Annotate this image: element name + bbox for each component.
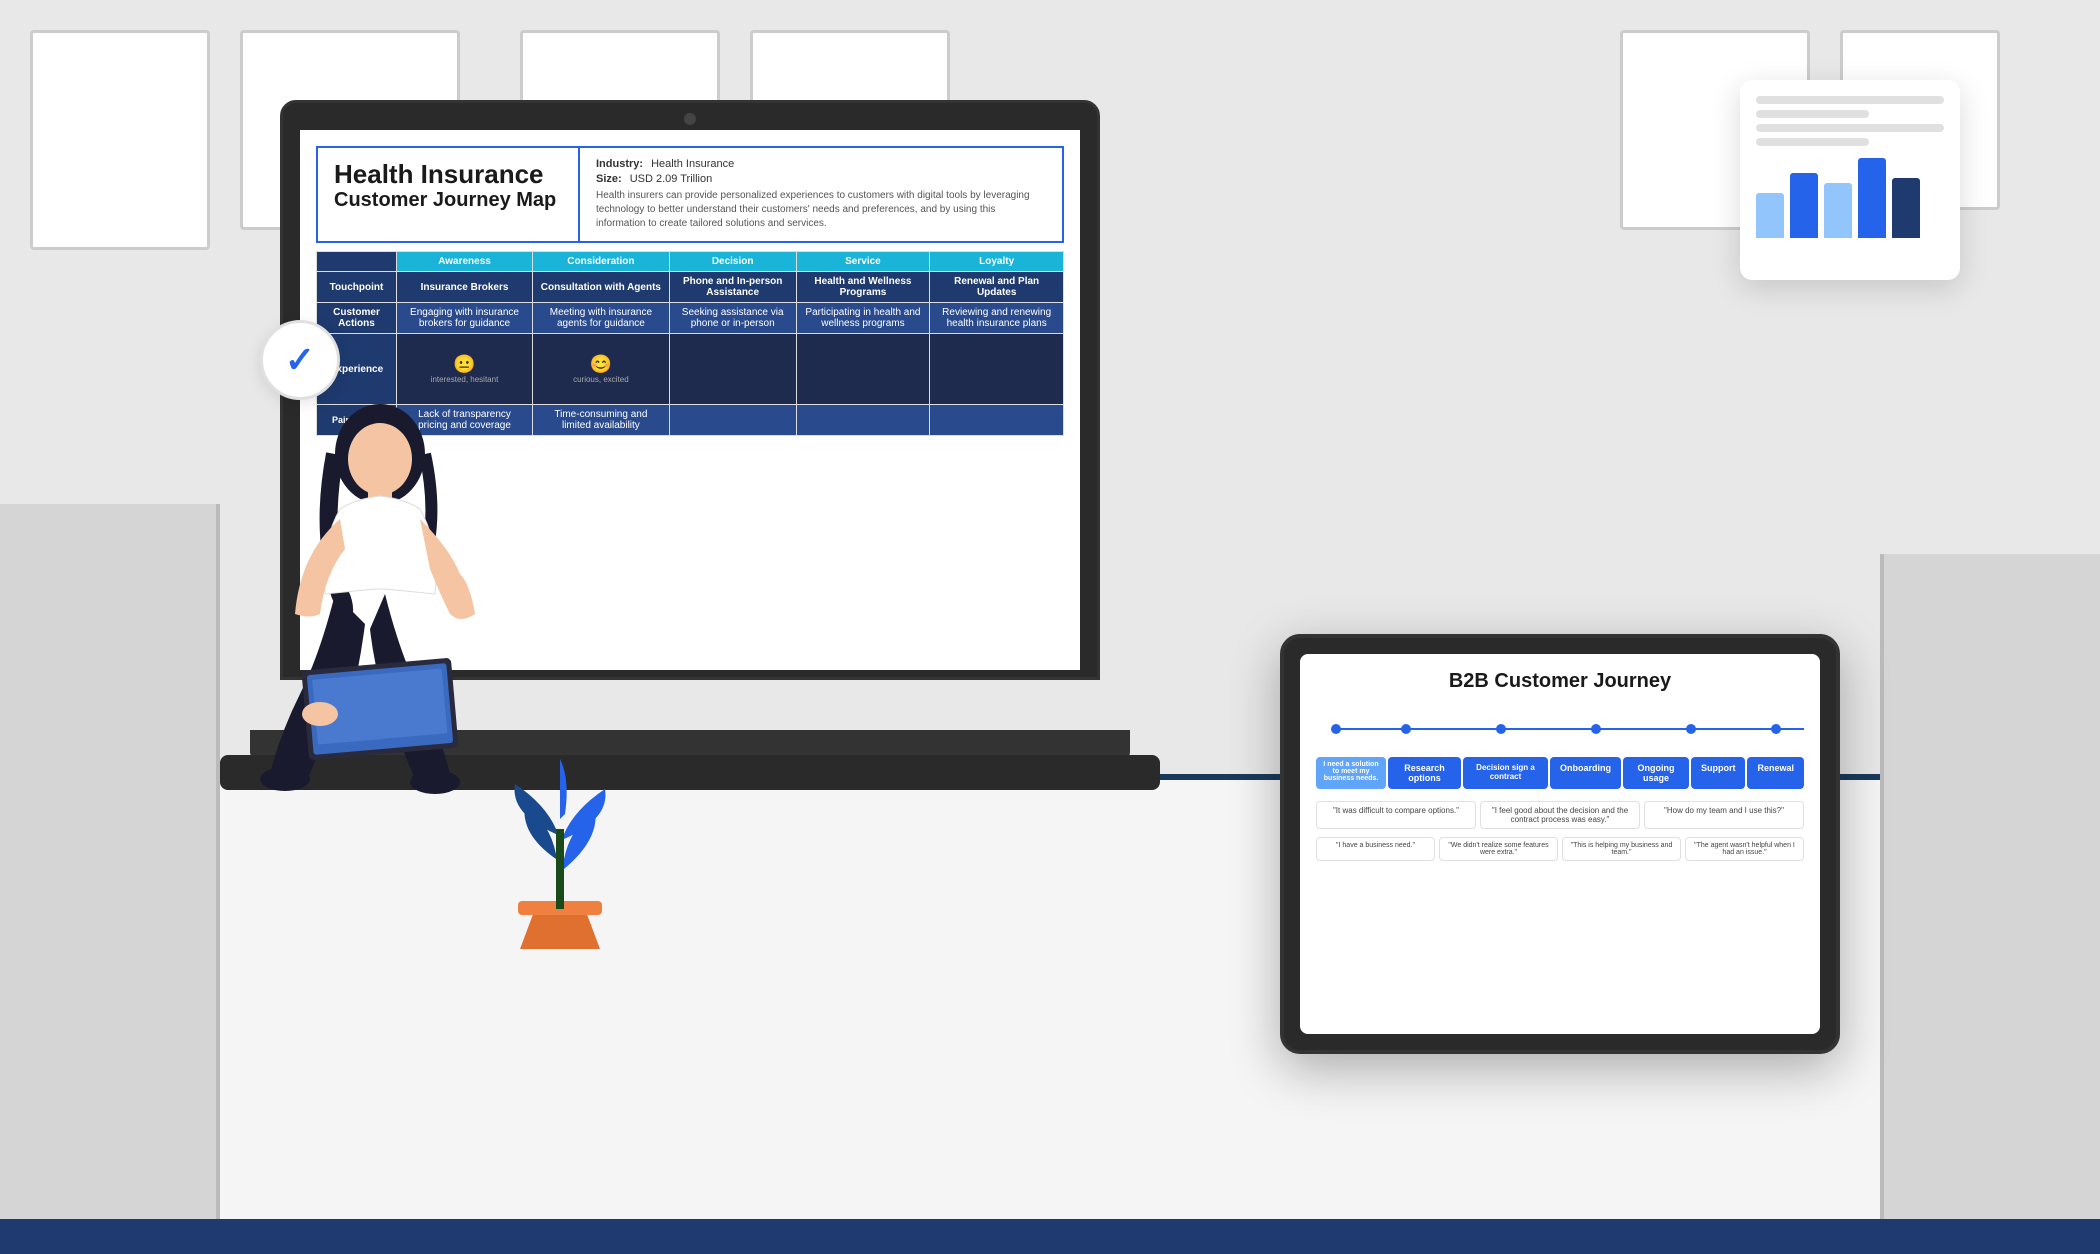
tablet-device: B2B Customer Journey I need a solution t… xyxy=(1280,634,1840,1054)
quote-3: "How do my team and I use this?" xyxy=(1644,801,1804,829)
touchpoint-row: Touchpoint Insurance Brokers Consultatio… xyxy=(317,272,1064,303)
pain-consideration: Time-consuming and limited availability xyxy=(533,405,670,436)
pain-decision xyxy=(669,405,796,436)
quotes-grid: "It was difficult to compare options." "… xyxy=(1316,801,1804,829)
touchpoint-label: Touchpoint xyxy=(317,272,397,303)
phase-awareness: Awareness xyxy=(397,252,533,272)
stage-research: Research options xyxy=(1388,757,1461,789)
phase-loyalty: Loyalty xyxy=(930,252,1064,272)
check-circle: ✓ xyxy=(260,320,340,400)
quote-6: "This is helping my business and team." xyxy=(1562,837,1681,861)
phase-service: Service xyxy=(796,252,930,272)
touchpoint-decision: Phone and In-person Assistance xyxy=(669,272,796,303)
journey-map-header: Health Insurance Customer Journey Map In… xyxy=(316,146,1064,243)
mini-bar-chart xyxy=(1756,158,1944,238)
exp-service xyxy=(796,334,930,405)
phase-decision: Decision xyxy=(669,252,796,272)
quote-2: "I feel good about the decision and the … xyxy=(1480,801,1640,829)
touchpoint-loyalty: Renewal and Plan Updates xyxy=(930,272,1064,303)
exp-consideration: 😊 curious, excited xyxy=(533,334,670,405)
exp-loyalty xyxy=(930,334,1064,405)
chart-bar xyxy=(1790,173,1818,238)
quote-7: "The agent wasn't helpful when I had an … xyxy=(1685,837,1804,861)
journey-map-description: Health insurers can provide personalized… xyxy=(596,189,1046,231)
phases-row: Awareness Consideration Decision Service… xyxy=(317,252,1064,272)
chart-bar xyxy=(1756,193,1784,238)
industry-row: Industry: Health Insurance xyxy=(596,158,1046,170)
floating-chart-card xyxy=(1740,80,1960,280)
card-lines xyxy=(1756,96,1944,146)
stage-need: I need a solution to meet my business ne… xyxy=(1316,757,1386,789)
quote-5: "We didn't realize some features were ex… xyxy=(1439,837,1558,861)
journey-map-title-block: Health Insurance Customer Journey Map xyxy=(318,148,578,241)
card-line-4 xyxy=(1756,138,1869,146)
pain-service xyxy=(796,405,930,436)
action-service: Participating in health and wellness pro… xyxy=(796,303,930,334)
journey-map-title-main: Health Insurance xyxy=(334,160,562,189)
customer-actions-row: Customer Actions Engaging with insurance… xyxy=(317,303,1064,334)
phase-header-empty xyxy=(317,252,397,272)
chart-bar xyxy=(1892,178,1920,238)
touchpoint-awareness: Insurance Brokers xyxy=(397,272,533,303)
stage-renewal: Renewal xyxy=(1747,757,1804,789)
wall-decoration-1 xyxy=(30,30,210,250)
exp-decision xyxy=(669,334,796,405)
card-line-3 xyxy=(1756,124,1944,132)
pain-loyalty xyxy=(930,405,1064,436)
journey-map-title-sub: Customer Journey Map xyxy=(334,189,562,212)
action-loyalty: Reviewing and renewing health insurance … xyxy=(930,303,1064,334)
stage-ongoing: Ongoing usage xyxy=(1623,757,1689,789)
chart-bar xyxy=(1824,183,1852,238)
tablet-stages: I need a solution to meet my business ne… xyxy=(1316,757,1804,789)
chart-bar xyxy=(1858,158,1886,238)
quote-4: "I have a business need." xyxy=(1316,837,1435,861)
bottom-bar xyxy=(0,1219,2100,1254)
stage-onboarding: Onboarding xyxy=(1550,757,1621,789)
laptop-camera xyxy=(684,113,696,125)
check-icon: ✓ xyxy=(285,339,315,381)
tablet-screen: B2B Customer Journey I need a solution t… xyxy=(1300,654,1820,1034)
phase-consideration: Consideration xyxy=(533,252,670,272)
action-awareness: Engaging with insurance brokers for guid… xyxy=(397,303,533,334)
quotes-grid-2: "I have a business need." "We didn't rea… xyxy=(1316,837,1804,861)
industry-label: Industry: xyxy=(596,158,643,170)
cabinet-right xyxy=(1880,554,2100,1254)
action-decision: Seeking assistance via phone or in-perso… xyxy=(669,303,796,334)
journey-line-container xyxy=(1316,709,1804,749)
action-consideration: Meeting with insurance agents for guidan… xyxy=(533,303,670,334)
customer-actions-label: Customer Actions xyxy=(317,303,397,334)
journey-line-svg xyxy=(1316,709,1804,749)
size-row: Size: USD 2.09 Trillion xyxy=(596,173,1046,185)
industry-value: Health Insurance xyxy=(651,158,734,170)
stage-decision: Decision sign a contract xyxy=(1463,757,1548,789)
journey-map-info: Industry: Health Insurance Size: USD 2.0… xyxy=(578,148,1062,241)
touchpoint-service: Health and Wellness Programs xyxy=(796,272,930,303)
quote-1: "It was difficult to compare options." xyxy=(1316,801,1476,829)
size-label: Size: xyxy=(596,173,622,185)
tablet-title: B2B Customer Journey xyxy=(1316,670,1804,693)
stage-support: Support xyxy=(1691,757,1746,789)
card-line-2 xyxy=(1756,110,1869,118)
size-value: USD 2.09 Trillion xyxy=(630,173,713,185)
card-line-1 xyxy=(1756,96,1944,104)
touchpoint-consideration: Consultation with Agents xyxy=(533,272,670,303)
cabinet-left xyxy=(0,504,220,1254)
human-figure xyxy=(220,374,540,874)
